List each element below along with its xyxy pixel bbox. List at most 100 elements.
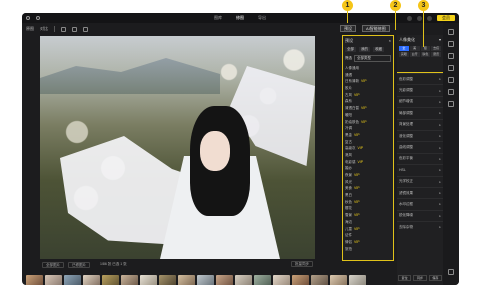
preset-item[interactable]: 美食 VIP xyxy=(345,185,391,192)
tab-library[interactable]: 图库 xyxy=(214,15,222,21)
adjustment-section[interactable]: 去除杂物 ▸ xyxy=(397,221,443,232)
adjustment-section[interactable]: 色彩调整 ▸ xyxy=(397,73,443,84)
preset-item[interactable]: 黑金 VIP xyxy=(345,132,391,139)
preset-item[interactable]: 港风 xyxy=(345,152,391,159)
portrait-chip[interactable]: 白牙 xyxy=(409,52,420,57)
preset-item[interactable]: 情侣 VIP xyxy=(345,239,391,246)
adjustment-section[interactable]: 光学校正 ▸ xyxy=(397,175,443,187)
preset-item[interactable]: 秋色 VIP xyxy=(345,199,391,206)
close-icon[interactable]: × xyxy=(389,38,391,44)
filter-select[interactable]: 全部类型 xyxy=(354,55,391,62)
chevron-down-icon[interactable]: ▾ xyxy=(439,37,441,43)
preset-item[interactable]: 证件 xyxy=(345,232,391,239)
preset-item[interactable]: 电影感 VIP xyxy=(345,159,391,166)
thumbnail[interactable] xyxy=(254,275,271,285)
zoom-icon[interactable] xyxy=(72,26,77,32)
preset-item[interactable]: 暖阳 xyxy=(345,112,391,119)
thumbnail[interactable] xyxy=(197,275,214,285)
preset-tab-mine[interactable]: 我的 xyxy=(359,47,370,52)
tab-export[interactable]: 导出 xyxy=(258,15,266,21)
adjustment-section[interactable]: HSL ▸ xyxy=(397,164,443,175)
footer-button[interactable]: 保存 xyxy=(428,275,442,281)
upgrade-button[interactable]: 会员 xyxy=(437,15,455,21)
preset-tab-favorites[interactable]: 收藏 xyxy=(373,47,384,52)
adjustment-section[interactable]: 细节增强 ▸ xyxy=(397,95,443,107)
adjustment-section[interactable]: 滤镜效果 ▸ xyxy=(397,186,443,198)
adjustment-section[interactable]: 液化调整 ▸ xyxy=(397,129,443,141)
thumbnail[interactable] xyxy=(140,275,157,285)
help-icon[interactable] xyxy=(448,269,454,275)
thumbnail[interactable] xyxy=(330,275,347,285)
preset-item[interactable]: 通透 xyxy=(345,72,391,79)
preset-item[interactable]: 复古 xyxy=(345,139,391,146)
preset-item[interactable]: 黑白 xyxy=(345,192,391,199)
preset-item[interactable]: 儿童 VIP xyxy=(345,226,391,233)
mask-icon[interactable] xyxy=(448,77,454,83)
preset-item[interactable]: 风光 xyxy=(345,179,391,186)
preset-item[interactable]: 奶油肤色 VIP xyxy=(345,119,391,126)
thumbnail[interactable] xyxy=(45,275,62,285)
adjustment-section[interactable]: 曲线调整 ▸ xyxy=(397,141,443,152)
preset-item[interactable]: 冷调 xyxy=(345,125,391,132)
adjustment-section[interactable]: 水印边框 ▸ xyxy=(397,198,443,209)
healing-icon[interactable] xyxy=(448,89,454,95)
portrait-chip[interactable]: 肤色 xyxy=(420,52,431,57)
preset-item[interactable]: 樱花 xyxy=(345,205,391,212)
search-icon[interactable] xyxy=(36,16,40,20)
thumbnail[interactable] xyxy=(121,275,138,285)
thumbnail[interactable] xyxy=(216,275,233,285)
portrait-chip[interactable]: 瘦 xyxy=(420,46,431,51)
edited-images-button[interactable]: 已修图片 xyxy=(68,261,90,268)
preset-item[interactable]: 婚纱 xyxy=(345,165,391,172)
footer-button[interactable]: 复位 xyxy=(398,275,412,281)
thumbnail[interactable] xyxy=(159,275,176,285)
batch-sync-button[interactable]: 批量同步 xyxy=(291,261,313,267)
preset-item[interactable]: 清透白皙 VIP xyxy=(345,105,391,112)
all-images-button[interactable]: 全部图片 xyxy=(42,261,64,268)
brush-icon[interactable] xyxy=(83,26,88,32)
account-icon[interactable] xyxy=(407,15,412,21)
preset-item[interactable]: 雪景 VIP xyxy=(345,212,391,219)
thumbnail[interactable] xyxy=(311,275,328,285)
thumbnail[interactable] xyxy=(292,275,309,285)
ai-retouch-button[interactable]: AI智能修图 xyxy=(362,25,390,32)
home-icon[interactable] xyxy=(26,16,30,20)
adjustment-section[interactable]: 局部调整 ▸ xyxy=(397,107,443,118)
settings-icon[interactable] xyxy=(427,15,432,21)
portrait-chip[interactable]: 亮眼 xyxy=(399,52,409,57)
thumbnail[interactable] xyxy=(235,275,252,285)
preset-icon[interactable] xyxy=(448,41,454,47)
thumbnail[interactable] xyxy=(102,275,119,285)
photo-canvas[interactable] xyxy=(40,36,315,259)
portrait-chip[interactable]: 去痘 xyxy=(431,46,441,51)
thumbnail[interactable] xyxy=(26,275,43,285)
preset-item[interactable]: 古风 VIP xyxy=(345,92,391,99)
thumbnail[interactable] xyxy=(83,275,100,285)
preset-item[interactable]: 高级灰 VIP xyxy=(345,145,391,152)
preset-item[interactable]: 夜景 VIP xyxy=(345,172,391,179)
preset-item[interactable]: 胶片 xyxy=(345,85,391,92)
portrait-chip[interactable]: 美 xyxy=(409,46,420,51)
footer-button[interactable]: 同步 xyxy=(413,275,427,281)
adjustment-section[interactable]: 色彩平衡 ▸ xyxy=(397,152,443,164)
preset-item[interactable]: 森系 xyxy=(345,98,391,105)
portrait-icon[interactable] xyxy=(448,53,454,59)
history-icon[interactable] xyxy=(448,101,454,107)
preset-item[interactable]: 日系清新 VIP xyxy=(345,78,391,85)
adjustment-section[interactable]: 锐化降噪 ▸ xyxy=(397,209,443,221)
portrait-chip[interactable]: 全 xyxy=(399,46,409,51)
original-toggle[interactable]: 原图 xyxy=(26,26,34,32)
preset-tab-all[interactable]: 全部 xyxy=(345,47,356,52)
preset-item[interactable]: 人像通用 xyxy=(345,65,391,72)
portrait-chip[interactable]: 磨皮 xyxy=(431,52,441,57)
message-icon[interactable] xyxy=(417,15,422,21)
compare-toggle[interactable]: 对比 xyxy=(40,26,48,32)
adjustment-section[interactable]: 光影调整 ▸ xyxy=(397,84,443,95)
crop-icon[interactable] xyxy=(61,26,66,32)
adjustment-section[interactable]: 背景处理 ▸ xyxy=(397,118,443,130)
preset-item[interactable]: 海边 xyxy=(345,219,391,226)
tab-edit[interactable]: 修图 xyxy=(236,15,244,21)
thumbnail[interactable] xyxy=(178,275,195,285)
preset-item[interactable]: 旅拍 xyxy=(345,246,391,253)
thumbnail[interactable] xyxy=(273,275,290,285)
